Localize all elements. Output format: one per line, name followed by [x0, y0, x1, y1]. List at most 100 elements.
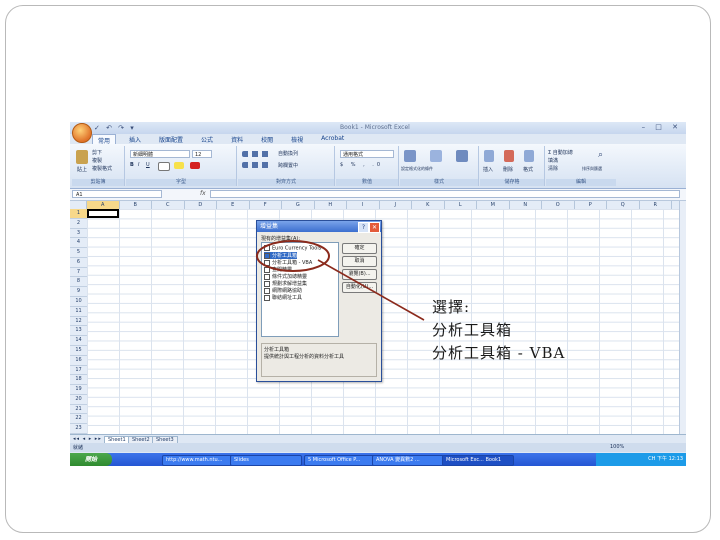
zoom-level[interactable]: 100%: [610, 444, 624, 450]
align-left-icons[interactable]: [242, 162, 272, 168]
taskbar-item-powerpoint[interactable]: 5 Microsoft Office P...: [304, 455, 376, 466]
tab-page-layout[interactable]: 版面配置: [154, 134, 188, 144]
checkbox-icon[interactable]: [264, 259, 270, 266]
copy-button[interactable]: 複製: [92, 157, 102, 164]
tab-insert[interactable]: 插入: [124, 134, 146, 144]
checkbox-icon[interactable]: [264, 266, 270, 273]
column-header-j[interactable]: J: [380, 201, 412, 209]
taskbar-item-slides[interactable]: Slides: [230, 455, 302, 466]
row-header-10[interactable]: 10: [70, 297, 87, 307]
row-header-23[interactable]: 23: [70, 424, 87, 434]
row-header-6[interactable]: 6: [70, 258, 87, 268]
column-header-e[interactable]: E: [217, 201, 250, 209]
row-header-20[interactable]: 20: [70, 395, 87, 405]
align-top-icons[interactable]: [242, 151, 272, 157]
column-header-f[interactable]: F: [250, 201, 282, 209]
column-header-l[interactable]: L: [445, 201, 477, 209]
row-header-21[interactable]: 21: [70, 405, 87, 415]
column-header-a[interactable]: A: [87, 201, 120, 209]
font-size-select[interactable]: 12: [192, 150, 212, 158]
column-header-c[interactable]: C: [152, 201, 185, 209]
border-icon[interactable]: [158, 162, 170, 171]
table-format-icon[interactable]: [430, 150, 442, 162]
row-header-16[interactable]: 16: [70, 356, 87, 366]
addin-item[interactable]: 規劃求解增益集: [264, 280, 307, 287]
delete-label[interactable]: 刪除: [503, 166, 513, 173]
row-header-14[interactable]: 14: [70, 336, 87, 346]
formula-input[interactable]: [210, 190, 680, 198]
insert-cells-icon[interactable]: [484, 150, 494, 162]
tab-home[interactable]: 常用: [92, 134, 117, 145]
column-header-i[interactable]: I: [347, 201, 380, 209]
column-header-k[interactable]: K: [412, 201, 445, 209]
row-header-15[interactable]: 15: [70, 346, 87, 356]
number-format-select[interactable]: 通用格式: [340, 150, 394, 158]
column-header-r[interactable]: R: [640, 201, 672, 209]
column-header-o[interactable]: O: [542, 201, 575, 209]
paste-icon[interactable]: [76, 150, 88, 164]
delete-cells-icon[interactable]: [504, 150, 514, 162]
quick-access-toolbar[interactable]: ✓ ↶ ↷ ▾: [94, 124, 136, 132]
taskbar-item-excel[interactable]: Microsoft Exc... Book1: [442, 455, 514, 466]
bold-icon[interactable]: B: [130, 162, 134, 168]
paste-label[interactable]: 貼上: [77, 166, 87, 173]
addin-item[interactable]: 聯結網址工具: [264, 294, 302, 301]
window-controls[interactable]: – □ ✕: [642, 123, 682, 131]
tab-formulas[interactable]: 公式: [196, 134, 218, 144]
clear-button[interactable]: 清除: [548, 165, 558, 172]
cell-grid[interactable]: [87, 209, 680, 434]
help-icon[interactable]: ?: [358, 222, 369, 233]
checkbox-icon[interactable]: [264, 245, 270, 251]
active-cell-a1[interactable]: [87, 209, 119, 218]
addin-item[interactable]: 網際網路協助: [264, 287, 302, 294]
font-color-icon[interactable]: [190, 162, 200, 169]
vertical-scrollbar[interactable]: [679, 201, 686, 434]
format-label[interactable]: 格式: [523, 166, 533, 173]
cut-button[interactable]: 剪下: [92, 149, 102, 156]
tab-acrobat[interactable]: Acrobat: [316, 134, 349, 144]
autosum-button[interactable]: Σ 自動加總: [548, 149, 573, 156]
underline-icon[interactable]: U: [146, 162, 150, 168]
row-header-5[interactable]: 5: [70, 248, 87, 258]
fx-icon[interactable]: fx: [200, 190, 206, 197]
addin-item[interactable]: 查閱精靈: [264, 266, 292, 273]
insert-label[interactable]: 插入: [483, 166, 493, 173]
conditional-format-label[interactable]: 設定格式化的條件: [401, 166, 433, 172]
column-header-d[interactable]: D: [185, 201, 217, 209]
sheet-nav-arrows[interactable]: ◂◂ ◂ ▸ ▸▸: [73, 436, 102, 442]
row-header-1[interactable]: 1: [70, 209, 87, 219]
conditional-format-icon[interactable]: [404, 150, 416, 162]
fill-button[interactable]: 填滿: [548, 157, 558, 164]
addin-item[interactable]: 條件式加總精靈: [264, 273, 307, 280]
row-header-11[interactable]: 11: [70, 307, 87, 317]
checkbox-icon[interactable]: [264, 273, 270, 280]
column-header-p[interactable]: P: [575, 201, 607, 209]
taskbar-item-anova[interactable]: ANOVA 變異數2 ...: [372, 455, 444, 466]
row-header-13[interactable]: 13: [70, 326, 87, 337]
checkbox-icon[interactable]: [264, 287, 270, 294]
tab-data[interactable]: 資料: [226, 134, 248, 144]
font-name-select[interactable]: 新細明體: [130, 150, 190, 158]
select-all-corner[interactable]: [70, 201, 87, 209]
addin-item[interactable]: 分析工具箱 - VBA: [264, 259, 312, 266]
browse-button[interactable]: 瀏覽(B)...: [342, 269, 377, 280]
currency-icons[interactable]: $ % , .0: [340, 162, 383, 168]
merge-center-button[interactable]: 跨欄置中: [278, 162, 298, 169]
sort-filter-button[interactable]: 排序與篩選: [582, 166, 602, 172]
row-header-17[interactable]: 17: [70, 366, 87, 376]
column-header-b[interactable]: B: [120, 201, 152, 209]
italic-icon[interactable]: I: [138, 162, 139, 168]
column-header-m[interactable]: M: [477, 201, 510, 209]
checkbox-icon[interactable]: [264, 294, 270, 301]
name-box[interactable]: A1: [72, 190, 162, 198]
column-header-n[interactable]: N: [510, 201, 542, 209]
format-painter-button[interactable]: 複製格式: [92, 165, 112, 172]
office-button[interactable]: [72, 123, 92, 143]
row-header-12[interactable]: 12: [70, 317, 87, 327]
row-header-2[interactable]: 2: [70, 219, 87, 229]
row-header-7[interactable]: 7: [70, 268, 87, 278]
checkbox-icon[interactable]: [264, 252, 270, 259]
row-header-22[interactable]: 22: [70, 414, 87, 425]
start-button[interactable]: 開始: [70, 453, 112, 466]
row-header-9[interactable]: 9: [70, 287, 87, 298]
